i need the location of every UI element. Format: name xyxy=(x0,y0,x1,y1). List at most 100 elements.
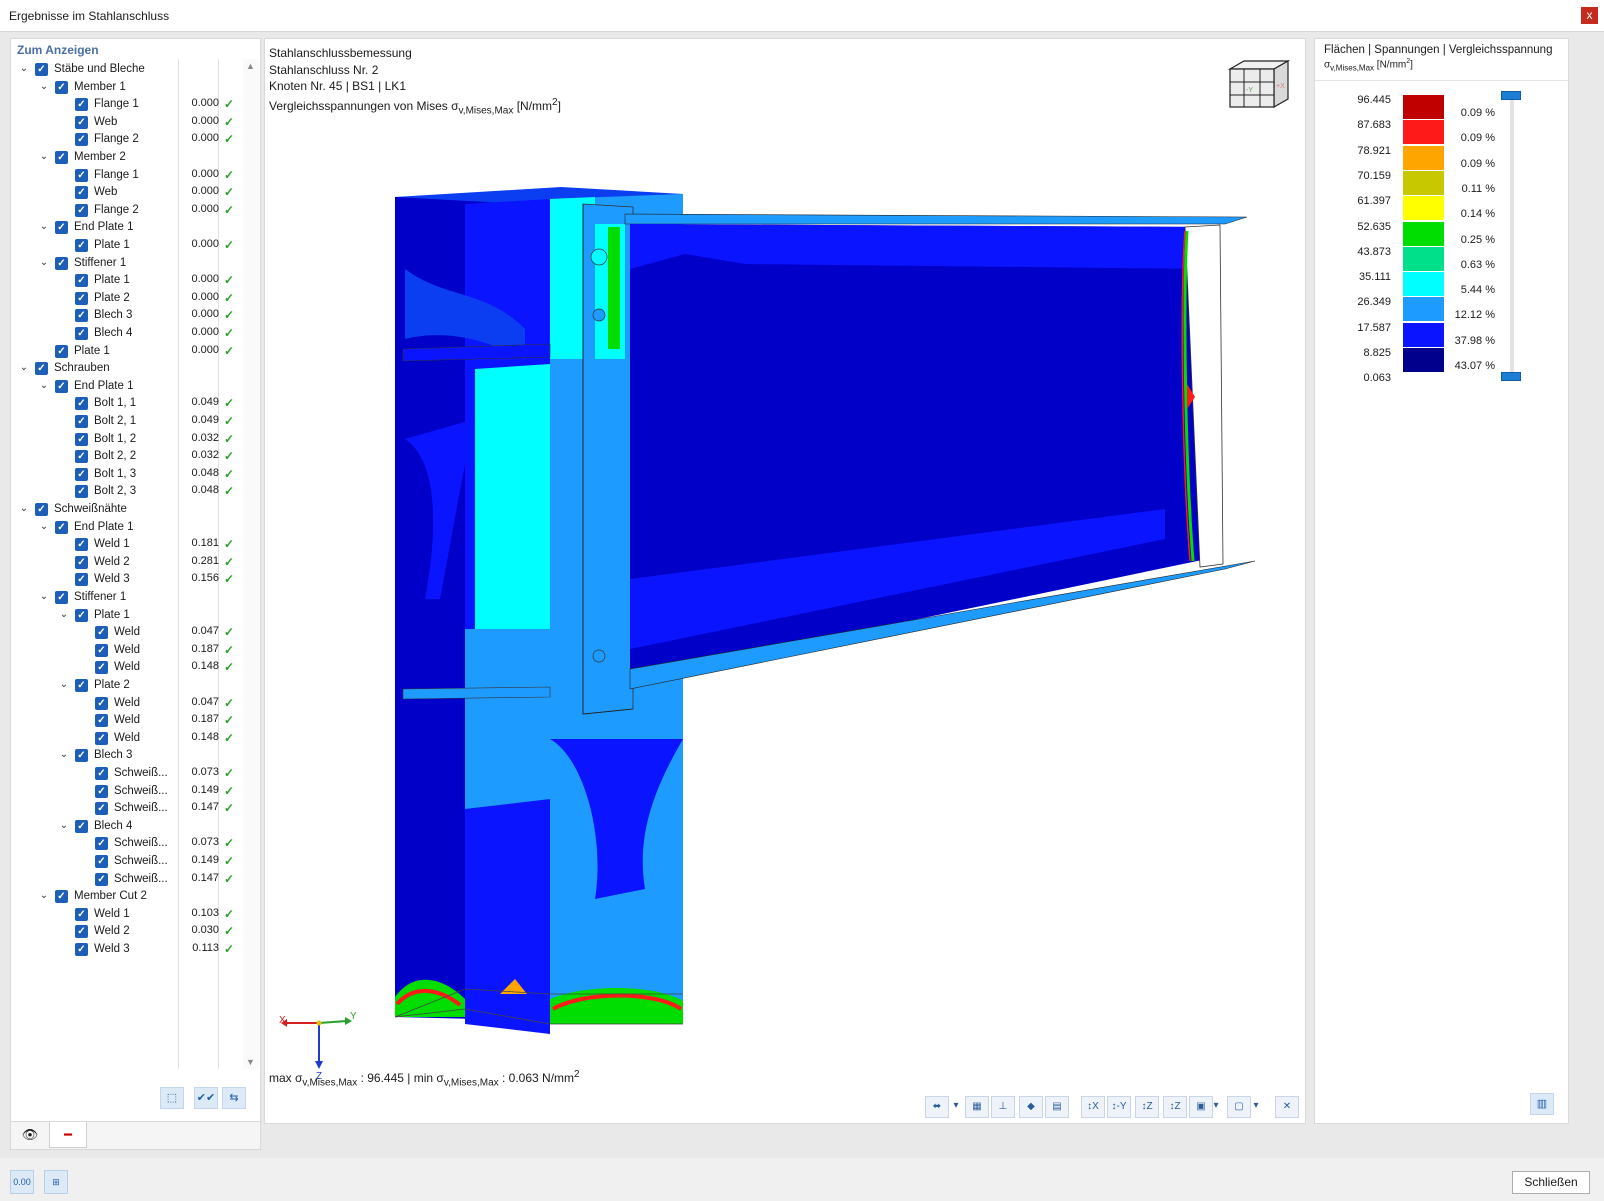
tree-row[interactable]: ✓ Schweiß... 0.149 ✓ xyxy=(11,783,243,801)
tree-scrollbar[interactable]: ▲ ▼ xyxy=(243,59,259,1069)
tree-checkbox[interactable]: ✓ xyxy=(35,63,48,76)
tree-checkbox[interactable]: ✓ xyxy=(55,151,68,164)
tree-row[interactable]: ✓ Schweiß... 0.073 ✓ xyxy=(11,835,243,853)
tree-checkbox[interactable]: ✓ xyxy=(95,802,108,816)
tree-checkbox[interactable]: ✓ xyxy=(95,837,108,851)
dropdown-icon[interactable]: ▾ xyxy=(1249,1096,1263,1118)
tree-row[interactable]: ⌄ ✓ Stiffener 1 xyxy=(11,589,243,607)
tree-row[interactable]: ✓ Weld 2 0.281 ✓ xyxy=(11,554,243,572)
tree-checkbox[interactable]: ✓ xyxy=(75,274,88,288)
chevron-down-icon[interactable]: ⌄ xyxy=(59,609,69,621)
chevron-down-icon[interactable]: ⌄ xyxy=(59,679,69,691)
close-window-button[interactable]: x xyxy=(1581,7,1598,24)
close-button[interactable]: Schließen xyxy=(1512,1171,1590,1194)
tree-checkbox[interactable]: ✓ xyxy=(35,362,48,376)
tree-row[interactable]: ✓ Flange 2 0.000 ✓ xyxy=(11,202,243,220)
tree-checkbox[interactable]: ✓ xyxy=(55,256,68,270)
numeric-values-button[interactable]: 0.00 xyxy=(10,1170,34,1194)
tree-row[interactable]: ✓ Bolt 1, 2 0.032 ✓ xyxy=(11,431,243,449)
view-z-icon[interactable]: ↕Z xyxy=(1135,1096,1159,1118)
tree-checkbox[interactable]: ✓ xyxy=(95,714,108,728)
tree-row[interactable]: ✓ Weld 0.187 ✓ xyxy=(11,712,243,730)
tree-checkbox[interactable]: ✓ xyxy=(95,784,108,798)
tree-row[interactable]: ✓ Flange 1 0.000 ✓ xyxy=(11,167,243,185)
tree-row[interactable]: ✓ Plate 1 0.000 ✓ xyxy=(11,272,243,290)
chevron-down-icon[interactable]: ⌄ xyxy=(59,749,69,761)
tree-checkbox[interactable]: ✓ xyxy=(75,555,88,569)
table-icon[interactable]: ▦ xyxy=(965,1096,989,1118)
tree-row[interactable]: ✓ Schweiß... 0.149 ✓ xyxy=(11,853,243,871)
tree-row[interactable]: ✓ Web 0.000 ✓ xyxy=(11,184,243,202)
graphics-viewport[interactable]: Stahlanschlussbemessung Stahlanschluss N… xyxy=(264,38,1306,1124)
tree-checkbox[interactable]: ✓ xyxy=(95,626,108,640)
tree-checkbox[interactable]: ✓ xyxy=(75,467,88,481)
tree-checkbox[interactable]: ✓ xyxy=(95,643,108,657)
legend-slider-track[interactable] xyxy=(1510,94,1514,379)
tree-checkbox[interactable]: ✓ xyxy=(75,538,88,552)
connection-model[interactable] xyxy=(265,39,1306,1124)
chevron-down-icon[interactable]: ⌄ xyxy=(39,81,49,93)
tree-checkbox[interactable]: ✓ xyxy=(95,855,108,868)
chevron-down-icon[interactable]: ⌄ xyxy=(39,521,49,533)
tree-row[interactable]: ⌄ ✓ Blech 3 xyxy=(11,747,243,765)
tree-checkbox[interactable]: ✓ xyxy=(75,309,88,323)
scroll-up-icon[interactable]: ▲ xyxy=(246,61,255,71)
view-cube[interactable]: -Y +X xyxy=(1226,59,1292,111)
chevron-down-icon[interactable]: ⌄ xyxy=(39,221,49,233)
loads-icon[interactable]: ⊥ xyxy=(991,1096,1015,1118)
tree-row[interactable]: ⌄ ✓ End Plate 1 xyxy=(11,519,243,537)
tree-row[interactable]: ⌄ ✓ End Plate 1 xyxy=(11,378,243,396)
chevron-down-icon[interactable]: ⌄ xyxy=(19,503,29,515)
reset-view-icon[interactable]: ✕ xyxy=(1275,1096,1299,1118)
tree-checkbox[interactable]: ✓ xyxy=(75,291,88,305)
chevron-down-icon[interactable]: ⌄ xyxy=(19,362,29,374)
chevron-down-icon[interactable]: ⌄ xyxy=(39,257,49,269)
tree-row[interactable]: ⌄ ✓ Stiffener 1 xyxy=(11,255,243,273)
tree-row[interactable]: ✓ Plate 2 0.000 ✓ xyxy=(11,290,243,308)
tree-checkbox[interactable]: ✓ xyxy=(35,503,48,516)
view-iso-icon[interactable]: ↕Z xyxy=(1163,1096,1187,1118)
tree-row[interactable]: ✓ Bolt 1, 1 0.049 ✓ xyxy=(11,395,243,413)
tree-checkbox[interactable]: ✓ xyxy=(75,98,88,112)
tree-checkbox[interactable]: ✓ xyxy=(75,203,88,217)
tree-row[interactable]: ✓ Weld 3 0.113 ✓ xyxy=(11,941,243,959)
tree-row[interactable]: ✓ Blech 4 0.000 ✓ xyxy=(11,325,243,343)
tree-row[interactable]: ⌄ ✓ Member Cut 2 xyxy=(11,888,243,906)
chevron-down-icon[interactable]: ⌄ xyxy=(59,820,69,832)
chevron-down-icon[interactable]: ⌄ xyxy=(39,151,49,163)
tree-checkbox[interactable]: ✓ xyxy=(75,749,88,763)
tree-checkbox[interactable]: ✓ xyxy=(75,415,88,428)
tree-checkbox[interactable]: ✓ xyxy=(55,520,68,534)
tree-row[interactable]: ⌄ ✓ Member 1 xyxy=(11,79,243,97)
tree-checkbox[interactable]: ✓ xyxy=(75,819,88,833)
tree-row[interactable]: ✓ Weld 0.047 ✓ xyxy=(11,695,243,713)
chevron-down-icon[interactable]: ⌄ xyxy=(39,380,49,392)
tree-row[interactable]: ✓ Plate 1 0.000 ✓ xyxy=(11,237,243,255)
tree-checkbox[interactable]: ✓ xyxy=(75,115,88,129)
tree-row[interactable]: ✓ Flange 1 0.000 ✓ xyxy=(11,96,243,114)
tree-checkbox[interactable]: ✓ xyxy=(75,450,88,464)
tree-checkbox[interactable]: ✓ xyxy=(95,872,108,886)
tree-row[interactable]: ⌄ ✓ Blech 4 xyxy=(11,818,243,836)
tree-checkbox[interactable]: ✓ xyxy=(75,907,88,921)
tree-checkbox[interactable]: ✓ xyxy=(55,344,68,358)
tree-row[interactable]: ⌄ ✓ Stäbe und Bleche xyxy=(11,61,243,79)
box-icon[interactable]: ▢ xyxy=(1227,1096,1251,1118)
toggle-check-icon[interactable]: ⇆ xyxy=(222,1087,246,1109)
tree-checkbox[interactable]: ✓ xyxy=(75,168,88,182)
tree-checkbox[interactable]: ✓ xyxy=(95,696,108,710)
check-all-icon[interactable]: ✔✔ xyxy=(194,1087,218,1109)
tree-row[interactable]: ⌄ ✓ Member 2 xyxy=(11,149,243,167)
tree-row[interactable]: ✓ Schweiß... 0.147 ✓ xyxy=(11,800,243,818)
tree-row[interactable]: ✓ Weld 0.187 ✓ xyxy=(11,642,243,660)
tree-row[interactable]: ✓ Weld 2 0.030 ✓ xyxy=(11,923,243,941)
tree-checkbox[interactable]: ✓ xyxy=(75,239,88,252)
legend-settings-icon[interactable]: ▥ xyxy=(1530,1093,1554,1115)
tree-checkbox[interactable]: ✓ xyxy=(75,432,88,446)
select-icon[interactable]: ⬚ xyxy=(160,1087,184,1109)
tree-checkbox[interactable]: ✓ xyxy=(75,573,88,587)
view-minus-y-icon[interactable]: ↕-Y xyxy=(1107,1096,1131,1118)
tree-row[interactable]: ✓ Weld 0.148 ✓ xyxy=(11,730,243,748)
tree-checkbox[interactable]: ✓ xyxy=(75,186,88,200)
tree-row[interactable]: ✓ Weld 0.047 ✓ xyxy=(11,624,243,642)
